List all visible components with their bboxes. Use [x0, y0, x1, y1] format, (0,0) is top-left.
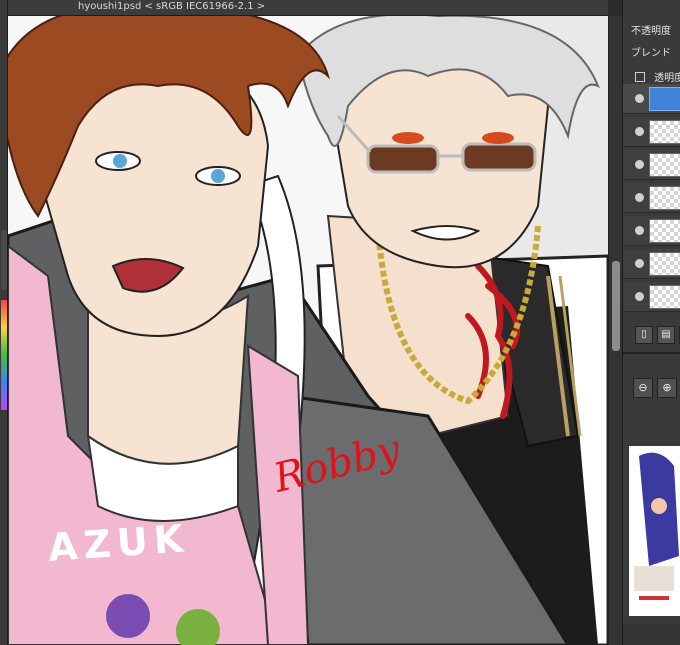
layer-thumbnail: [649, 219, 680, 243]
visibility-eye-icon[interactable]: [635, 259, 644, 268]
layer-row[interactable]: [623, 249, 680, 279]
drawing-canvas[interactable]: AZUK Robby: [8, 16, 608, 645]
visibility-eye-icon[interactable]: [635, 127, 644, 136]
lock-transparency-option[interactable]: 透明度: [635, 66, 680, 84]
visibility-eye-icon[interactable]: [635, 226, 644, 235]
layer-row[interactable]: [623, 216, 680, 246]
layer-list: [623, 84, 680, 316]
layer-row[interactable]: [623, 150, 680, 180]
navigator-tools: ⊖ ⊕: [623, 374, 680, 400]
color-swatch[interactable]: [1, 230, 7, 290]
opacity-label: 不透明度: [631, 26, 671, 37]
blend-label: ブレンド: [631, 48, 671, 59]
layer-thumbnail: [649, 87, 680, 111]
lock-transparency-checkbox[interactable]: [635, 71, 645, 82]
layer-row[interactable]: [623, 84, 680, 114]
tool-strip: [0, 0, 8, 645]
layer-row[interactable]: [623, 282, 680, 312]
visibility-eye-icon[interactable]: [635, 292, 644, 301]
visibility-eye-icon[interactable]: [635, 193, 644, 202]
new-document-icon[interactable]: ▤: [657, 326, 675, 344]
layer-thumbnail: [649, 153, 680, 177]
visibility-eye-icon[interactable]: [635, 94, 644, 103]
navigator-preview[interactable]: [629, 446, 680, 616]
hue-strip[interactable]: [1, 300, 7, 410]
layer-panel: 不透明度 ブレンド 透明度 ▯▤▭ ⊖⊕: [622, 0, 680, 645]
lock-transparency-label: 透明度: [654, 73, 680, 84]
document-title: hyoushi1psd < sRGB IEC61966-2.1 >: [78, 1, 266, 12]
layer-thumbnail: [649, 285, 680, 309]
scrollbar-thumb[interactable]: [612, 261, 620, 351]
vertical-scrollbar[interactable]: [608, 16, 622, 645]
visibility-eye-icon[interactable]: [635, 160, 644, 169]
layer-buttons: ▯▤▭: [623, 322, 680, 348]
layer-thumbnail: [649, 120, 680, 144]
zoom-in-icon[interactable]: ⊕: [657, 378, 677, 398]
layer-thumbnail: [649, 186, 680, 210]
new-layer-icon[interactable]: ▯: [635, 326, 653, 344]
panel-footer: [623, 624, 680, 645]
document-tab[interactable]: hyoushi1psd < sRGB IEC61966-2.1 >: [8, 0, 608, 16]
zoom-out-icon[interactable]: ⊖: [633, 378, 653, 398]
navigator-thumbnail: [629, 446, 680, 616]
layer-row[interactable]: [623, 183, 680, 213]
layer-thumbnail: [649, 252, 680, 276]
layer-row[interactable]: [623, 117, 680, 147]
panel-divider: [623, 352, 680, 354]
app-window: hyoushi1psd < sRGB IEC61966-2.1 > AZUK R…: [0, 0, 680, 645]
